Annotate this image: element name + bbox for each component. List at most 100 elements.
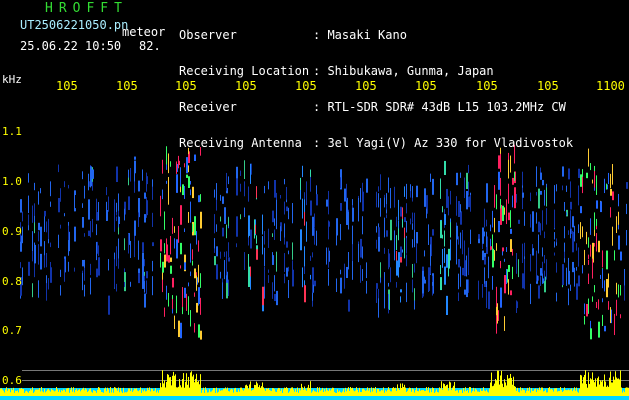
amplitude-spike	[194, 382, 195, 396]
amplitude-spike	[56, 387, 57, 396]
amplitude-spike	[403, 386, 404, 396]
amplitude-spike	[416, 387, 417, 396]
amplitude-spike	[300, 390, 301, 396]
amplitude-spike	[167, 374, 168, 396]
x-tick-label: 105	[415, 79, 437, 93]
amplitude-spike	[187, 384, 188, 396]
info-value-location: : Shibukawa, Gunma, Japan	[313, 64, 494, 78]
amplitude-spike	[86, 389, 87, 396]
x-tick-label: 105	[537, 79, 559, 93]
amplitude-spike	[87, 392, 88, 396]
amplitude-spike	[238, 389, 239, 396]
y-tick-label: 1.1	[2, 125, 22, 138]
amplitude-spike	[237, 392, 238, 396]
amplitude-spike	[424, 391, 425, 396]
amplitude-spike	[496, 380, 497, 396]
amplitude-spike	[588, 372, 589, 396]
amplitude-spike	[228, 391, 229, 396]
amplitude-spike	[51, 388, 52, 396]
amplitude-spike	[13, 387, 14, 396]
amplitude-spike	[255, 385, 256, 396]
amplitude-spike	[429, 392, 430, 396]
amplitude-spike	[418, 391, 419, 396]
amplitude-spike	[181, 387, 182, 396]
amplitude-spike	[359, 387, 360, 396]
amplitude-spike	[606, 386, 607, 396]
amplitude-spike	[39, 388, 40, 396]
amplitude-spike	[624, 392, 625, 396]
amplitude-spike	[500, 375, 501, 396]
amplitude-spike	[620, 370, 621, 396]
amplitude-spike	[88, 390, 89, 396]
amplitude-spike	[82, 388, 83, 396]
amplitude-spike	[409, 387, 410, 396]
amplitude-spike	[451, 390, 452, 396]
amplitude-spike	[210, 391, 211, 396]
amplitude-spike	[514, 386, 515, 396]
amplitude-spike	[564, 387, 565, 396]
amplitude-spike	[183, 373, 184, 396]
amplitude-spike	[389, 389, 390, 396]
amplitude-spike	[259, 385, 260, 396]
amplitude-spike	[5, 389, 6, 396]
amplitude-spike	[245, 385, 246, 396]
amplitude-spike	[157, 390, 158, 396]
amplitude-spike	[33, 392, 34, 396]
amplitude-spike	[156, 392, 157, 396]
amplitude-spike	[172, 375, 173, 396]
app-title: HROFFT	[45, 1, 128, 16]
amplitude-spike	[435, 391, 436, 396]
amplitude-spike	[191, 371, 192, 396]
amplitude-spike	[136, 388, 137, 396]
filename: UT2506221050.pn	[20, 18, 129, 32]
amplitude-spike	[97, 389, 98, 396]
amplitude-spike	[125, 392, 126, 396]
amplitude-spike	[584, 374, 585, 396]
amplitude-spike	[444, 384, 445, 396]
amplitude-spike	[425, 390, 426, 396]
amplitude-spike	[493, 385, 494, 396]
amplitude-spike	[196, 373, 197, 396]
amplitude-spike	[567, 390, 568, 396]
amplitude-spike	[346, 391, 347, 396]
amplitude-spike	[272, 388, 273, 396]
amplitude-spike	[60, 392, 61, 396]
amplitude-spike	[99, 387, 100, 396]
amplitude-spike	[114, 387, 115, 396]
amplitude-spike	[355, 390, 356, 396]
amplitude-spike	[604, 374, 605, 396]
amplitude-spike	[261, 386, 262, 396]
amplitude-spike	[348, 387, 349, 396]
amplitude-spike	[278, 387, 279, 396]
amplitude-spike	[523, 389, 524, 396]
amplitude-spike	[456, 390, 457, 396]
amplitude-spike	[103, 392, 104, 396]
amplitude-spike	[485, 391, 486, 396]
amplitude-spike	[246, 384, 247, 396]
amplitude-spike	[603, 386, 604, 396]
amplitude-spike	[262, 382, 263, 396]
amplitude-spike	[17, 390, 18, 396]
amplitude-spike	[481, 390, 482, 396]
amplitude-spike	[561, 390, 562, 396]
amplitude-spike	[24, 392, 25, 396]
amplitude-spike	[461, 389, 462, 396]
amplitude-spike	[207, 392, 208, 396]
amplitude-spike	[98, 387, 99, 396]
amplitude-spike	[286, 387, 287, 396]
amplitude-spike	[71, 387, 72, 396]
amplitude-spike	[535, 388, 536, 396]
amplitude-spike	[0, 388, 1, 396]
amplitude-spike	[478, 391, 479, 396]
amplitude-spike	[592, 372, 593, 396]
amplitude-spike	[479, 391, 480, 396]
amplitude-spike	[381, 389, 382, 396]
meteor-label: meteor	[122, 25, 166, 39]
y-tick-label: 1.0	[2, 175, 22, 188]
amplitude-spike	[528, 390, 529, 396]
amplitude-spike	[594, 382, 595, 396]
amplitude-spike	[180, 385, 181, 396]
amplitude-spike	[292, 387, 293, 396]
amplitude-spike	[576, 387, 577, 396]
amplitude-spike	[407, 390, 408, 396]
